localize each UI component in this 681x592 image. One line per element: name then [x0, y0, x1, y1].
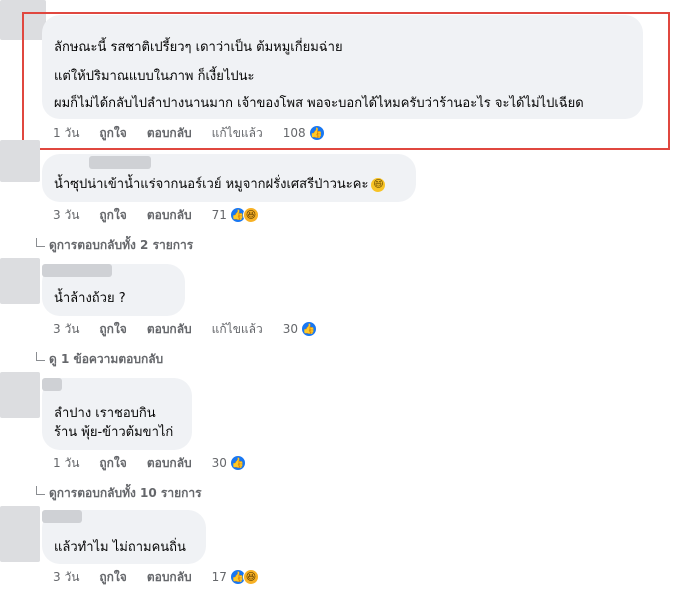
like-button[interactable]: ถูกใจ [99, 206, 126, 225]
haha-icon: 😆 [242, 569, 259, 585]
avatar[interactable] [0, 506, 40, 562]
view-replies-link[interactable]: ดูการตอบกลับทั้ง 10 รายการ [36, 484, 202, 503]
comment-actions: 3 วัน ถูกใจ ตอบกลับ แก้ไขแล้ว 30 👍 [53, 318, 318, 340]
comment-actions: 3 วัน ถูกใจ ตอบกลับ 71 👍 😆 [53, 204, 259, 226]
avatar[interactable] [0, 140, 40, 182]
timestamp[interactable]: 3 วัน [53, 320, 79, 339]
like-icon: 👍 [229, 455, 246, 471]
commenter-name-redacted [42, 264, 112, 277]
comment-text: ลำปาง เราชอบกิน [54, 406, 156, 421]
comment-actions: 1 วัน ถูกใจ ตอบกลับ 30 👍 [53, 452, 246, 474]
timestamp[interactable]: 1 วัน [53, 454, 79, 473]
like-button[interactable]: ถูกใจ [99, 568, 126, 587]
reaction-count: 71 [211, 208, 227, 222]
highlight-box [22, 12, 670, 150]
haha-icon: 😆 [242, 207, 259, 223]
avatar[interactable] [0, 372, 40, 418]
comment-bubble: ลำปาง เราชอบกิน ร้าน พุ้ย-ข้าวต้มขาไก่ [42, 378, 192, 450]
reply-button[interactable]: ตอบกลับ [147, 454, 192, 473]
view-replies-label: ดู 1 ข้อความตอบกลับ [49, 352, 164, 366]
commenter-name-redacted [89, 156, 151, 169]
comment-bubble: น้ำล้างถ้วย ? [42, 264, 185, 316]
commenter-name-redacted [42, 378, 62, 391]
grinning-emoji-icon: 😄 [371, 177, 386, 192]
like-button[interactable]: ถูกใจ [99, 320, 126, 339]
reply-button[interactable]: ตอบกลับ [147, 568, 192, 587]
view-replies-label: ดูการตอบกลับทั้ง 10 รายการ [49, 486, 202, 500]
like-icon: 👍 [301, 321, 318, 337]
reaction-count: 17 [211, 570, 227, 584]
reply-button[interactable]: ตอบกลับ [147, 206, 192, 225]
comment-text-content: น้ำซุปน่าเข้าน้ำแร่จากนอร์เวย์ หมูจากฝรั… [54, 177, 369, 192]
reaction-count: 30 [211, 456, 227, 470]
commenter-name-redacted [42, 510, 82, 523]
comment-text: แล้วทำไม ไม่ถามคนถิ่น [54, 540, 186, 555]
timestamp[interactable]: 3 วัน [53, 568, 79, 587]
view-replies-link[interactable]: ดูการตอบกลับทั้ง 2 รายการ [36, 236, 193, 255]
view-replies-link[interactable]: ดู 1 ข้อความตอบกลับ [36, 350, 163, 369]
comment-bubble: น้ำซุปน่าเข้าน้ำแร่จากนอร์เวย์ หมูจากฝรั… [42, 154, 416, 202]
reaction-summary[interactable]: 17 👍 😆 [212, 569, 259, 585]
avatar[interactable] [0, 258, 40, 304]
reaction-summary[interactable]: 30 👍 [282, 321, 318, 337]
reaction-summary[interactable]: 30 👍 [212, 455, 246, 471]
reaction-summary[interactable]: 71 👍 😆 [212, 207, 259, 223]
reaction-count: 30 [282, 322, 299, 336]
comment-text: ร้าน พุ้ย-ข้าวต้มขาไก่ [54, 425, 174, 440]
reply-thread-arrow-icon [36, 352, 45, 361]
comment-actions: 3 วัน ถูกใจ ตอบกลับ 17 👍 😆 [53, 566, 259, 588]
reply-button[interactable]: ตอบกลับ [147, 320, 192, 339]
edited-label: แก้ไขแล้ว [211, 321, 263, 336]
comment-text: น้ำล้างถ้วย ? [54, 291, 126, 306]
view-replies-label: ดูการตอบกลับทั้ง 2 รายการ [49, 238, 194, 252]
like-button[interactable]: ถูกใจ [99, 454, 126, 473]
timestamp[interactable]: 3 วัน [53, 206, 79, 225]
comment-text: น้ำซุปน่าเข้าน้ำแร่จากนอร์เวย์ หมูจากฝรั… [54, 176, 386, 194]
comment-bubble: แล้วทำไม ไม่ถามคนถิ่น [42, 510, 206, 564]
reply-thread-arrow-icon [36, 238, 45, 247]
reply-thread-arrow-icon [36, 486, 45, 495]
